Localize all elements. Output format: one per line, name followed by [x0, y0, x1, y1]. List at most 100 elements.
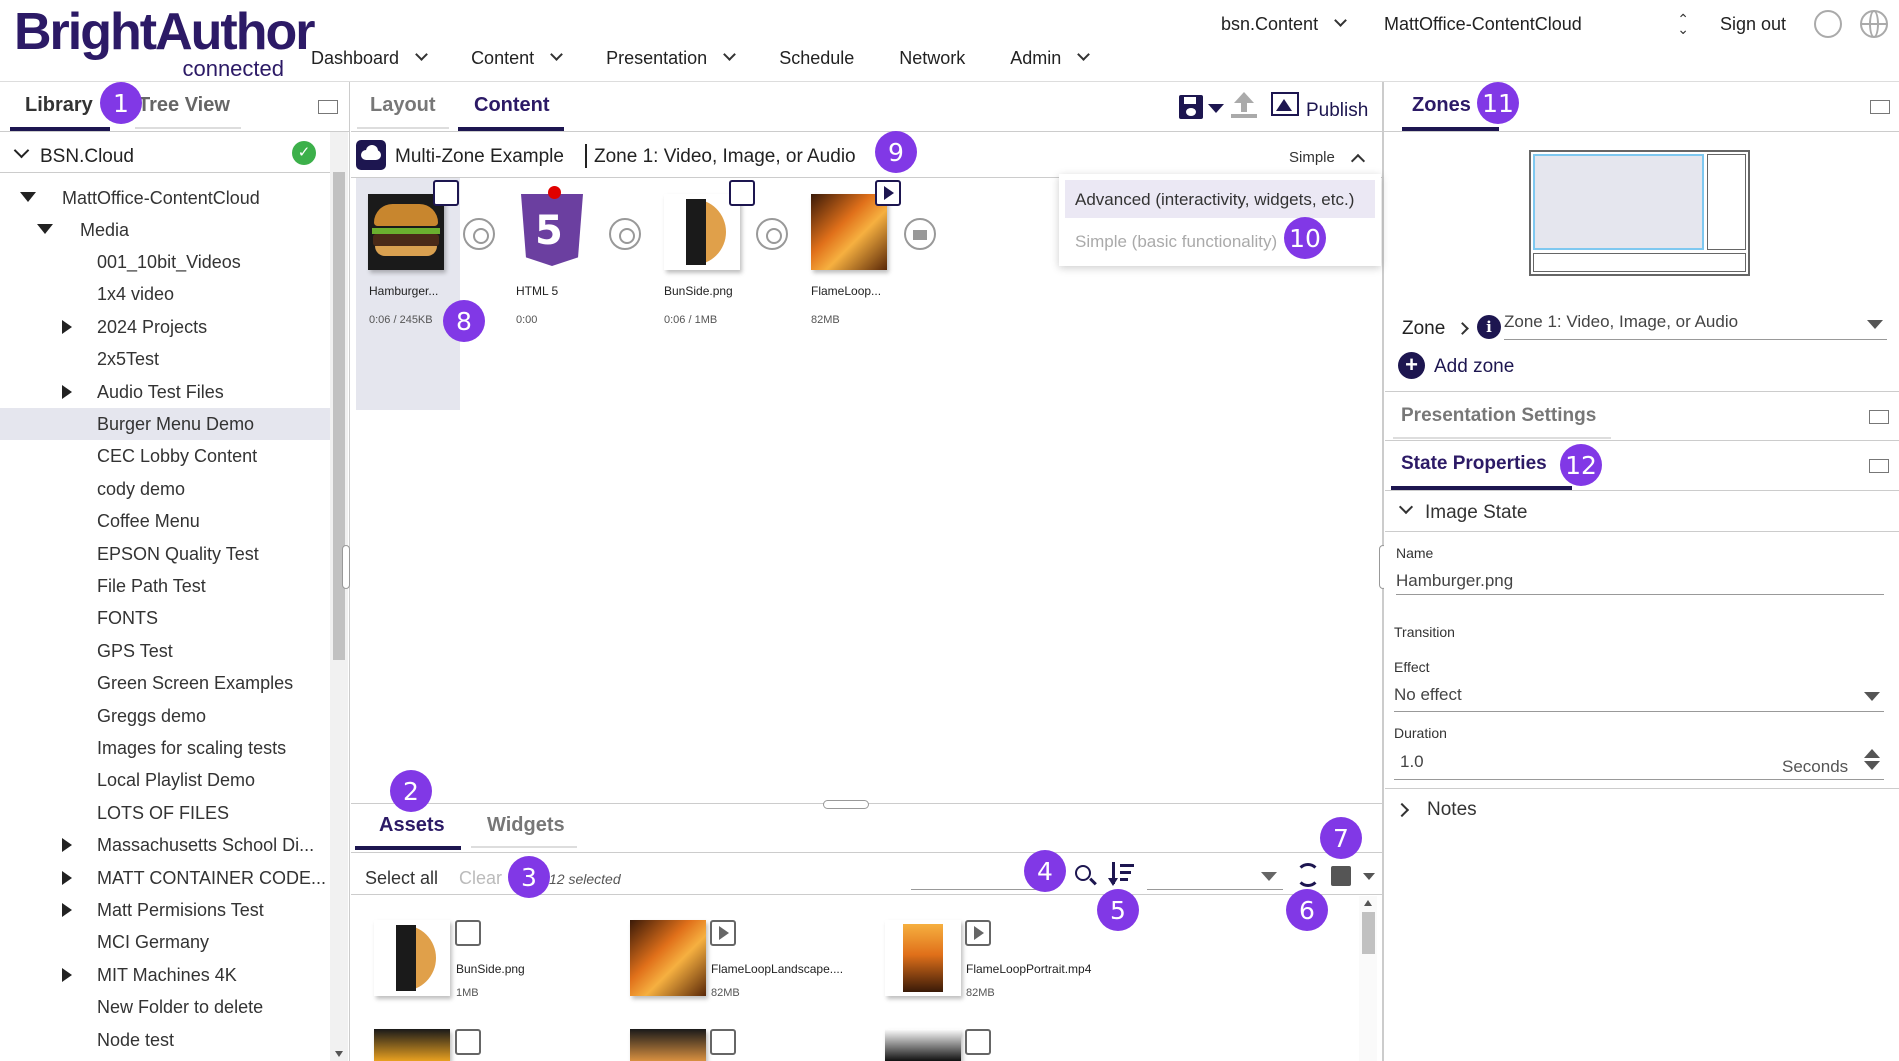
- tab-layout[interactable]: Layout: [370, 94, 436, 117]
- nav-network[interactable]: Network: [899, 48, 965, 69]
- globe-icon[interactable]: [1860, 10, 1888, 38]
- expand-right-icon[interactable]: [62, 870, 72, 885]
- mode-toggle[interactable]: Simple: [1289, 149, 1335, 166]
- tree-network-node[interactable]: MattOffice-ContentCloud: [0, 182, 330, 214]
- transition-icon[interactable]: [609, 218, 641, 250]
- tree-item[interactable]: 2x5Test: [0, 343, 330, 375]
- tree-item[interactable]: Burger Menu Demo: [0, 408, 330, 440]
- mode-option-advanced[interactable]: Advanced (interactivity, widgets, etc.): [1065, 180, 1375, 218]
- refresh-icon[interactable]: [1296, 863, 1320, 887]
- tree-item[interactable]: Green Screen Examples: [0, 667, 330, 699]
- thumbnail-html5[interactable]: 5: [515, 194, 591, 270]
- bottom-splitter-handle[interactable]: [823, 800, 869, 809]
- tree-item[interactable]: 1x4 video: [0, 278, 330, 310]
- chevron-up-icon[interactable]: [1350, 153, 1366, 169]
- tab-widgets[interactable]: Widgets: [487, 814, 565, 837]
- tree-item[interactable]: Local Playlist Demo: [0, 764, 330, 796]
- network-selector[interactable]: MattOffice-ContentCloud ⌃ ⌄: [1384, 12, 1689, 36]
- tree-item[interactable]: MIT Machines 4K: [0, 959, 330, 991]
- publish-button[interactable]: Publish: [1306, 100, 1368, 122]
- nav-content[interactable]: Content: [471, 48, 563, 69]
- asset-thumb-bunside[interactable]: [374, 920, 450, 996]
- search-icon[interactable]: [1075, 865, 1097, 886]
- effect-select[interactable]: No effect: [1394, 682, 1884, 712]
- tree-item[interactable]: GPS Test: [0, 635, 330, 667]
- expand-right-icon[interactable]: [62, 838, 72, 853]
- transition-icon[interactable]: [756, 218, 788, 250]
- nav-schedule[interactable]: Schedule: [779, 48, 854, 69]
- view-mode-dropdown-icon[interactable]: [1363, 873, 1375, 880]
- panel-collapse-icon[interactable]: [1869, 459, 1889, 473]
- tree-root[interactable]: BSN.Cloud ✓: [0, 141, 330, 171]
- asset-thumb-bun[interactable]: [630, 1029, 706, 1061]
- duration-stepper[interactable]: 1.0 Seconds: [1394, 748, 1884, 780]
- expand-right-icon[interactable]: [62, 319, 72, 334]
- zone-layout-preview[interactable]: [1529, 150, 1750, 276]
- zone-select[interactable]: Zone 1: Video, Image, or Audio: [1504, 306, 1887, 340]
- view-mode-icon[interactable]: [1331, 866, 1351, 886]
- save-dropdown-icon[interactable]: [1208, 104, 1224, 113]
- scroll-up-icon[interactable]: [1364, 900, 1372, 906]
- expand-right-icon[interactable]: [62, 384, 72, 399]
- tree-item[interactable]: MCI Germany: [0, 926, 330, 958]
- zone-3-preview[interactable]: [1533, 253, 1746, 272]
- clapperboard-icon[interactable]: [904, 218, 936, 250]
- language-icon[interactable]: [1814, 10, 1842, 38]
- info-icon[interactable]: i: [1477, 315, 1501, 339]
- mode-option-simple[interactable]: Simple (basic functionality): [1065, 222, 1375, 260]
- upload-icon[interactable]: [1231, 92, 1257, 120]
- tree-item[interactable]: Coffee Menu: [0, 505, 330, 537]
- tree-item[interactable]: Massachusetts School Di...: [0, 829, 330, 861]
- tree-item[interactable]: cody demo: [0, 473, 330, 505]
- sign-out-link[interactable]: Sign out: [1720, 14, 1786, 35]
- tree-item[interactable]: EPSON Quality Test: [0, 538, 330, 570]
- tree-item[interactable]: MATT CONTAINER CODE...: [0, 862, 330, 894]
- tree-item[interactable]: File Path Test: [0, 570, 330, 602]
- state-properties-header[interactable]: State Properties: [1385, 441, 1899, 491]
- left-splitter-handle[interactable]: [342, 545, 350, 589]
- sort-icon[interactable]: [1108, 862, 1136, 888]
- sort-select[interactable]: [1147, 864, 1283, 890]
- panel-collapse-icon[interactable]: [318, 100, 338, 114]
- asset-thumb-flameloop-landscape[interactable]: [630, 920, 706, 996]
- tree-item[interactable]: CEC Lobby Content: [0, 440, 330, 472]
- assets-scrollbar[interactable]: [1359, 896, 1377, 1061]
- stepper-down-icon[interactable]: [1864, 761, 1880, 770]
- panel-collapse-icon[interactable]: [1869, 410, 1889, 424]
- tree-item[interactable]: 001_10bit_Videos: [0, 246, 330, 278]
- asset-thumb-dark[interactable]: [885, 1029, 961, 1061]
- asset-thumb-flameloop-portrait[interactable]: [885, 920, 961, 996]
- zone-2-preview[interactable]: [1707, 154, 1746, 250]
- scroll-down-icon[interactable]: [335, 1051, 343, 1057]
- tab-assets[interactable]: Assets: [379, 814, 445, 837]
- nav-presentation[interactable]: Presentation: [606, 48, 737, 69]
- search-input[interactable]: [911, 864, 1041, 890]
- tab-content[interactable]: Content: [474, 94, 550, 117]
- logo[interactable]: BrightAuthor connected: [14, 4, 315, 81]
- nav-dashboard[interactable]: Dashboard: [311, 48, 428, 69]
- clear-button[interactable]: Clear: [459, 868, 502, 889]
- tree-item[interactable]: New Folder to delete: [0, 991, 330, 1023]
- panel-collapse-icon[interactable]: [1870, 100, 1890, 114]
- tree-item[interactable]: Matt Permisions Test: [0, 894, 330, 926]
- transition-icon[interactable]: [463, 218, 495, 250]
- tree-item[interactable]: Images for scaling tests: [0, 732, 330, 764]
- notes-header[interactable]: Notes: [1385, 793, 1899, 829]
- save-icon[interactable]: [1179, 95, 1203, 119]
- nav-admin[interactable]: Admin: [1010, 48, 1091, 69]
- tree-item[interactable]: Greggs demo: [0, 700, 330, 732]
- tab-library[interactable]: Library: [25, 94, 93, 117]
- tree-item[interactable]: Audio Test Files: [0, 376, 330, 408]
- name-field[interactable]: Hamburger.png: [1396, 571, 1513, 591]
- tree-item[interactable]: Node test: [0, 1024, 330, 1056]
- add-zone-button[interactable]: + Add zone: [1398, 350, 1548, 380]
- tree-item[interactable]: LOTS OF FILES: [0, 797, 330, 829]
- scrollbar-thumb[interactable]: [1362, 912, 1375, 954]
- thumbnail-hamburger[interactable]: [368, 194, 444, 270]
- tree-item[interactable]: 2024 Projects: [0, 311, 330, 343]
- scrollbar[interactable]: [330, 132, 348, 1061]
- publish-icon[interactable]: [1271, 92, 1299, 116]
- tree-item[interactable]: FONTS: [0, 602, 330, 634]
- asset-thumb-fries[interactable]: [374, 1029, 450, 1061]
- account-selector[interactable]: bsn.Content: [1221, 14, 1347, 35]
